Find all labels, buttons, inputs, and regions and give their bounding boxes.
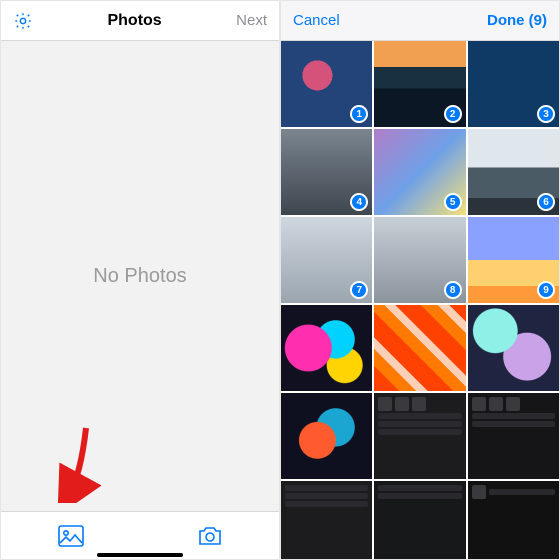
photo-grid: 1 2 3 4 5 6 7 8 9 (281, 41, 559, 559)
camera-icon[interactable] (197, 525, 223, 547)
nav-bar-right: Cancel Done (9) (281, 1, 559, 41)
photo-thumb[interactable] (468, 393, 559, 479)
selection-badge: 9 (537, 281, 555, 299)
photo-thumb[interactable] (468, 481, 559, 559)
home-indicator (97, 553, 183, 557)
photo-thumb[interactable]: 8 (374, 217, 465, 303)
page-title: Photos (107, 12, 161, 30)
photo-thumb[interactable]: 7 (281, 217, 372, 303)
selection-badge: 8 (444, 281, 462, 299)
cancel-button[interactable]: Cancel (293, 12, 340, 29)
gear-icon[interactable] (13, 11, 33, 31)
empty-state-text: No Photos (93, 265, 186, 288)
selection-badge: 3 (537, 105, 555, 123)
next-button[interactable]: Next (236, 12, 267, 29)
photo-thumb[interactable]: 3 (468, 41, 559, 127)
photo-thumb[interactable]: 4 (281, 129, 372, 215)
photo-thumb[interactable] (281, 393, 372, 479)
photo-thumb[interactable]: 5 (374, 129, 465, 215)
nav-bar-left: Photos Next (1, 1, 279, 41)
photo-thumb[interactable] (374, 305, 465, 391)
phone-picker: Cancel Done (9) 1 2 3 4 5 6 7 8 9 (280, 0, 560, 560)
empty-state: No Photos (1, 41, 279, 511)
photo-thumb[interactable] (468, 305, 559, 391)
done-button[interactable]: Done (9) (487, 12, 547, 29)
selection-badge: 6 (537, 193, 555, 211)
photo-thumb[interactable]: 1 (281, 41, 372, 127)
photo-thumb[interactable] (374, 393, 465, 479)
photo-thumb[interactable] (281, 305, 372, 391)
photo-thumb[interactable]: 2 (374, 41, 465, 127)
selection-badge: 2 (444, 105, 462, 123)
tab-bar (1, 511, 279, 559)
photo-thumb[interactable]: 9 (468, 217, 559, 303)
photo-library-icon[interactable] (58, 525, 84, 547)
phone-empty-library: Photos Next No Photos (0, 0, 280, 560)
photo-thumb[interactable] (374, 481, 465, 559)
photo-thumb[interactable] (281, 481, 372, 559)
selection-badge: 5 (444, 193, 462, 211)
photo-thumb[interactable]: 6 (468, 129, 559, 215)
